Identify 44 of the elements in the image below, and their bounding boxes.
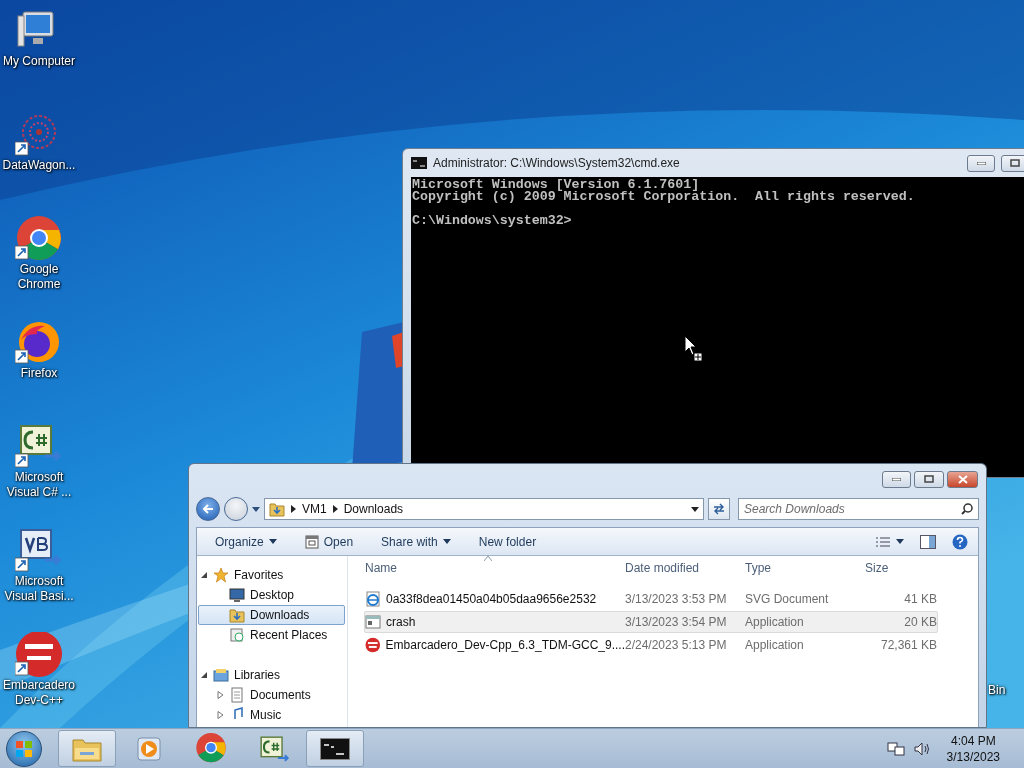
file-name: 0a33f8dea01450a04b05daa9656e2532 [386, 592, 597, 606]
desktop-icon-label[interactable]: Microsoft Visual C# ... [0, 470, 78, 500]
file-name: crash [386, 615, 416, 629]
toolbar-button[interactable]: New folder [478, 534, 537, 549]
window-title: Administrator: C:\Windows\System32\cmd.exe [433, 156, 681, 170]
desktop-icon-label[interactable]: Google Chrome [0, 262, 78, 292]
desktop-icon-label[interactable]: My Computer [0, 54, 78, 69]
date-cell-text: 3/13/2023 3:53 PM [625, 592, 728, 606]
size-cell-text: 72,361 KB [879, 638, 937, 652]
file-name: Embarcadero_Dev-Cpp_6.3_TDM-GCC_9.... [385, 638, 625, 652]
nav-item[interactable]: Downloads [198, 605, 345, 625]
desktop-icon-label[interactable]: Firefox [0, 366, 78, 381]
size-cell-text: 41 KB [903, 592, 937, 606]
type-cell-text: Application [745, 638, 805, 652]
address-bar[interactable]: VM1 Downloads [264, 498, 704, 520]
breadcrumb-item[interactable]: VM1 [302, 502, 327, 516]
column-header[interactable]: Type [745, 561, 865, 575]
console-prompt: C:\Windows\system32> [412, 215, 573, 227]
toolbar-button[interactable]: Share with [381, 534, 451, 549]
desktop-icon-label[interactable]: DataWagon... [0, 158, 78, 173]
file-row[interactable]: 0a33f8dea01450a04b05daa9656e2532 3/13/2023 3:53 PM SVG Document 41 KB [364, 588, 938, 610]
date-cell-text: 3/13/2023 3:54 PM [625, 615, 728, 629]
nav-item[interactable]: Recent Places [198, 625, 345, 645]
date-cell-text: 2/24/2023 5:13 PM [625, 638, 728, 652]
column-header[interactable]: Size [865, 561, 945, 575]
type-cell-text: Application [745, 615, 805, 629]
type-cell-text: SVG Document [745, 592, 830, 606]
clock[interactable]: 4:04 PM 3/13/2023 [946, 732, 1000, 765]
console-output: Copyright (c) 2009 Microsoft Corporation. All rights reserved. [412, 191, 916, 203]
toolbar-button[interactable]: Organize [215, 534, 277, 549]
nav-item[interactable]: Music [198, 705, 345, 725]
size-cell-text: 20 KB [903, 615, 937, 629]
column-header[interactable]: Name [365, 561, 625, 575]
toolbar-button[interactable]: Open [304, 534, 354, 549]
breadcrumb-item[interactable]: Downloads [343, 502, 404, 516]
column-header[interactable]: Date modified [625, 561, 745, 575]
console-output: Microsoft Windows [Version 6.1.7601] [412, 179, 700, 191]
search-field[interactable]: Search Downloads [738, 498, 979, 520]
nav-item[interactable]: Documents [198, 685, 345, 705]
nav-item[interactable]: Favorites [198, 565, 345, 585]
file-row[interactable]: Embarcadero_Dev-Cpp_6.3_TDM-GCC_9....2/24/2023 5:13 PM Application 72,361 KB [364, 634, 938, 656]
nav-item[interactable]: Desktop [198, 585, 345, 605]
file-row[interactable]: crash 3/13/2023 3:54 PM Application 20 KB [364, 611, 938, 633]
nav-item[interactable]: Libraries [198, 665, 345, 685]
